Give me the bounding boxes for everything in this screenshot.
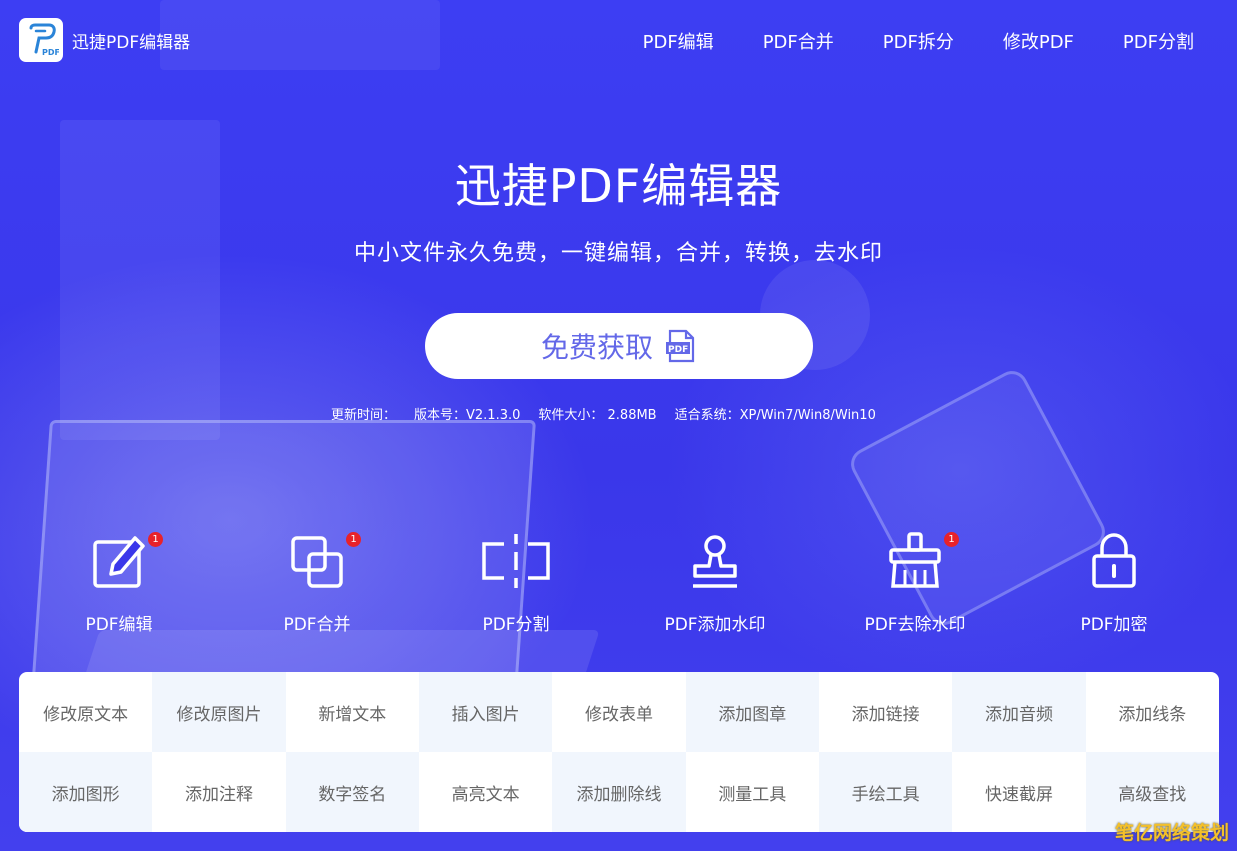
grid-item-edit-form[interactable]: 修改表单 bbox=[552, 672, 685, 752]
main-nav: PDF编辑 PDF合并 PDF拆分 修改PDF PDF分割 bbox=[643, 28, 1194, 54]
grid-item-add-stamp[interactable]: 添加图章 bbox=[685, 672, 819, 752]
feature-label: PDF去除水印 bbox=[864, 615, 966, 635]
brush-icon bbox=[889, 532, 941, 588]
feature-label: PDF分割 bbox=[482, 615, 550, 635]
file-size: 软件大小： 2.88MB bbox=[538, 408, 657, 423]
grid-item-edit-image[interactable]: 修改原图片 bbox=[152, 672, 286, 752]
update-time: 更新时间： bbox=[331, 408, 397, 423]
feature-label: PDF添加水印 bbox=[664, 615, 766, 635]
nav-item-modify-pdf[interactable]: 修改PDF bbox=[1003, 28, 1074, 54]
grid-item-highlight-text[interactable]: 高亮文本 bbox=[419, 752, 552, 832]
nav-item-pdf-merge[interactable]: PDF合并 bbox=[763, 28, 834, 54]
feature-label: PDF编辑 bbox=[85, 615, 153, 635]
grid-item-digital-signature[interactable]: 数字签名 bbox=[285, 752, 419, 832]
feature-pdf-remove-watermark[interactable]: 1 PDF去除水印 bbox=[830, 530, 1000, 635]
grid-item-add-shape[interactable]: 添加图形 bbox=[19, 752, 153, 832]
grid-item-measure-tool[interactable]: 测量工具 bbox=[686, 752, 819, 832]
grid-item-add-link[interactable]: 添加链接 bbox=[819, 672, 952, 752]
supported-systems: 适合系统：XP/Win7/Win8/Win10 bbox=[674, 408, 876, 423]
free-download-label: 免费获取 bbox=[540, 331, 653, 364]
feature-badge: 1 bbox=[346, 532, 361, 547]
grid-item-strikethrough[interactable]: 添加删除线 bbox=[552, 752, 686, 832]
feature-label: PDF合并 bbox=[283, 615, 351, 635]
free-download-button[interactable]: 免费获取 PDF bbox=[425, 313, 813, 379]
feature-label: PDF加密 bbox=[1080, 615, 1148, 635]
logo-text[interactable]: 迅捷PDF编辑器 bbox=[72, 28, 190, 53]
lock-icon bbox=[1092, 533, 1136, 588]
split-icon bbox=[482, 534, 550, 588]
pdf-file-icon: PDF bbox=[666, 329, 695, 363]
nav-item-pdf-split[interactable]: PDF拆分 bbox=[883, 28, 954, 54]
grid-item-freehand-tool[interactable]: 手绘工具 bbox=[818, 752, 953, 832]
svg-text:PDF: PDF bbox=[668, 345, 688, 355]
grid-item-insert-image[interactable]: 插入图片 bbox=[418, 672, 553, 752]
feature-pdf-merge[interactable]: 1 PDF合并 bbox=[232, 530, 402, 635]
feature-pdf-split[interactable]: PDF分割 bbox=[431, 530, 601, 635]
nav-item-pdf-divide[interactable]: PDF分割 bbox=[1123, 28, 1194, 54]
svg-text:PDF: PDF bbox=[42, 48, 59, 57]
function-grid: 修改原文本 修改原图片 新增文本 插入图片 修改表单 添加图章 添加链接 添加音… bbox=[19, 672, 1219, 832]
logo[interactable]: PDF bbox=[19, 18, 63, 62]
grid-item-screenshot[interactable]: 快速截屏 bbox=[952, 752, 1085, 832]
grid-item-add-line[interactable]: 添加线条 bbox=[1086, 672, 1219, 752]
grid-item-add-text[interactable]: 新增文本 bbox=[286, 672, 419, 752]
header: PDF 迅捷PDF编辑器 PDF编辑 PDF合并 PDF拆分 修改PDF PDF… bbox=[0, 0, 1237, 80]
feature-list: 1 PDF编辑 1 PDF合并 PDF分割 PDF添加水印 1 PDF去除水印 … bbox=[0, 530, 1237, 640]
feature-badge: 1 bbox=[944, 532, 959, 547]
version-info: 更新时间： 版本号：V2.1.3.0 软件大小： 2.88MB 适合系统：XP/… bbox=[331, 404, 876, 423]
version-number: 版本号：V2.1.3.0 bbox=[414, 408, 521, 423]
feature-pdf-edit[interactable]: 1 PDF编辑 bbox=[34, 530, 204, 635]
nav-item-pdf-edit[interactable]: PDF编辑 bbox=[643, 28, 714, 54]
grid-item-edit-text[interactable]: 修改原文本 bbox=[19, 672, 152, 752]
feature-badge: 1 bbox=[148, 532, 163, 547]
feature-pdf-encrypt[interactable]: PDF加密 bbox=[1029, 530, 1199, 635]
grid-item-add-comment[interactable]: 添加注释 bbox=[152, 752, 285, 832]
hero-title: 迅捷PDF编辑器 bbox=[454, 159, 783, 213]
feature-pdf-add-watermark[interactable]: PDF添加水印 bbox=[630, 530, 800, 635]
site-watermark: 笔亿网络策划 bbox=[1114, 822, 1229, 844]
grid-item-add-audio[interactable]: 添加音频 bbox=[952, 672, 1086, 752]
stamp-icon bbox=[693, 535, 737, 588]
merge-icon bbox=[291, 536, 343, 588]
edit-icon bbox=[93, 536, 145, 588]
hero-subtitle: 中小文件永久免费，一键编辑，合并，转换，去水印 bbox=[353, 241, 883, 266]
pdf-logo-icon: PDF bbox=[29, 23, 59, 57]
